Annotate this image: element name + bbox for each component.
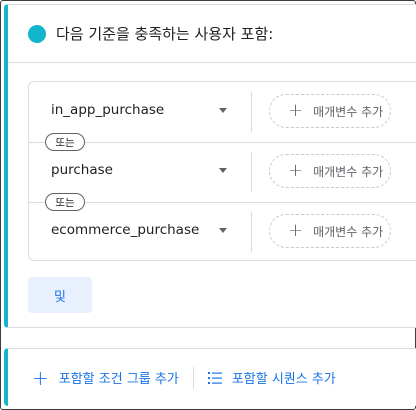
card-header: 다음 기준을 충족하는 사용자 포함: xyxy=(8,5,416,63)
footer-divider xyxy=(192,366,194,389)
event-name[interactable]: purchase xyxy=(51,162,113,178)
plus-icon: + xyxy=(288,220,304,241)
sequence-list-icon xyxy=(207,371,222,384)
condition-group-card: 다음 기준을 충족하는 사용자 포함: in_app_purchase + 매개… xyxy=(4,4,416,328)
add-parameter-label: 매개변수 추가 xyxy=(313,104,384,119)
add-sequence-label: 포함할 시퀀스 추가 xyxy=(231,372,336,387)
dropdown-arrow-icon[interactable] xyxy=(219,228,227,233)
plus-icon: + xyxy=(288,100,304,121)
add-sequence-button[interactable]: 포함할 시퀀스 추가 xyxy=(207,368,336,387)
divider xyxy=(251,212,252,252)
cyan-dot-icon xyxy=(28,24,46,43)
add-condition-group-button[interactable]: + 포함할 조건 그룹 추가 xyxy=(32,368,179,388)
condition-row: purchase + 매개변수 추가 xyxy=(29,142,416,200)
dropdown-arrow-icon[interactable] xyxy=(219,108,227,113)
add-condition-group-label: 포함할 조건 그룹 추가 xyxy=(58,372,179,387)
add-parameter-label: 매개변수 추가 xyxy=(313,224,384,239)
header-title: 다음 기준을 충족하는 사용자 포함: xyxy=(56,25,274,43)
condition-row: in_app_purchase + 매개변수 추가 xyxy=(29,82,416,140)
add-parameter-button[interactable]: + 매개변수 추가 xyxy=(269,94,391,128)
dropdown-arrow-icon[interactable] xyxy=(219,168,227,173)
divider xyxy=(251,92,252,132)
footer-actions: + 포함할 조건 그룹 추가 포함할 시퀀스 추가 xyxy=(4,348,416,406)
and-button[interactable]: 및 xyxy=(28,277,92,313)
divider xyxy=(251,152,252,192)
event-name[interactable]: ecommerce_purchase xyxy=(51,222,199,238)
add-parameter-button[interactable]: + 매개변수 추가 xyxy=(269,214,391,248)
plus-icon: + xyxy=(32,365,49,390)
condition-row: ecommerce_purchase + 매개변수 추가 xyxy=(29,202,416,260)
event-name[interactable]: in_app_purchase xyxy=(51,102,164,118)
conditions-box: in_app_purchase + 매개변수 추가 또는 purchase + … xyxy=(28,81,416,261)
add-parameter-label: 매개변수 추가 xyxy=(313,164,384,179)
plus-icon: + xyxy=(288,160,304,181)
add-parameter-button[interactable]: + 매개변수 추가 xyxy=(269,154,391,188)
